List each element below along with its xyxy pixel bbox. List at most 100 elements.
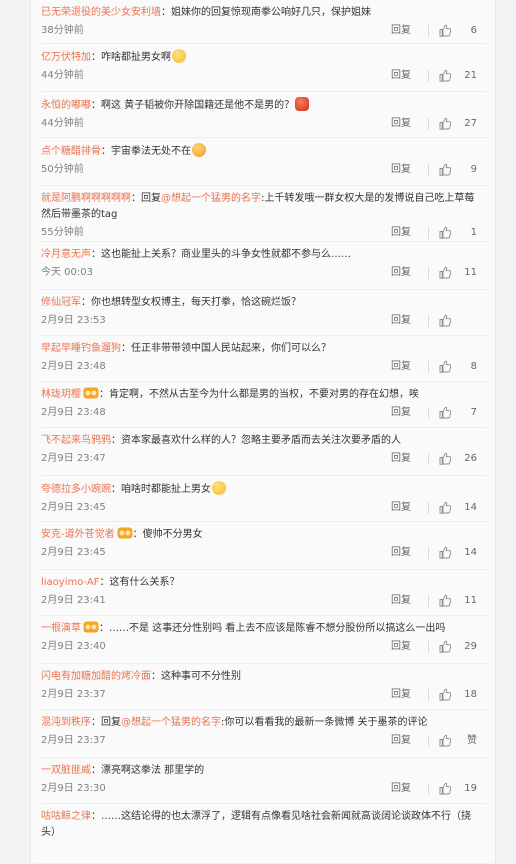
comment-meta: 44分钟前 回复 21 <box>41 66 487 88</box>
comment-username[interactable]: 闪电有加糖加醋的烤冷面 <box>41 671 151 682</box>
thumbs-up-icon[interactable] <box>439 640 452 653</box>
thumbs-up-icon[interactable] <box>439 734 452 747</box>
comment-panel: 已无荣退役的美少女安利墙：姐妹你的回复惊现南拳公响好几只，保护姐妹 38分钟前 回复… <box>30 0 496 864</box>
thumbs-up-icon[interactable] <box>439 501 452 514</box>
comment-username[interactable]: 就是阿鹏啊啊啊啊啊 <box>41 193 131 204</box>
comment-username[interactable]: 飞不起来鸟鸦鸦 <box>41 435 111 446</box>
comment-body: :你可以看看我的最新一条微博 关于墨茶的评论 <box>221 717 428 728</box>
reply-button[interactable]: 回复 <box>391 360 411 374</box>
reply-button[interactable]: 回复 <box>391 501 411 515</box>
reply-button[interactable]: 回复 <box>391 266 411 280</box>
divider <box>428 641 429 653</box>
thumbs-up-icon[interactable] <box>439 782 452 795</box>
comment-username[interactable]: 永恒的嘟嘟 <box>41 100 91 111</box>
comment-time: 2月9日 23:45 <box>41 547 106 558</box>
comment-username[interactable]: 咕咕鲸之律 <box>41 811 91 822</box>
reply-button[interactable]: 回复 <box>391 24 411 38</box>
comment-meta: 2月9日 23:48 回复 7 <box>41 403 487 425</box>
comment-body: ：宇宙拳法无处不在 <box>101 146 191 157</box>
divider <box>428 25 429 37</box>
comment-time: 38分钟前 <box>41 25 84 36</box>
comment-username[interactable]: 一根演草 <box>41 623 81 634</box>
comment-item: 闪电有加糖加醋的烤冷面：这种事可不分性别 2月9日 23:37 回复 18 <box>41 664 487 710</box>
user-badge-icon <box>83 621 99 633</box>
thumbs-up-icon[interactable] <box>439 594 452 607</box>
like-count: 19 <box>464 783 477 794</box>
thumbs-up-icon[interactable] <box>439 69 452 82</box>
reply-button[interactable]: 回复 <box>391 226 411 240</box>
thumbs-up-icon[interactable] <box>439 406 452 419</box>
comment-username[interactable]: 一双脏匪威 <box>41 765 91 776</box>
comment-username[interactable]: 林珑玥樱 <box>41 389 81 400</box>
like-count: 8 <box>470 361 477 372</box>
comment-body: ：傻帅不分男女 <box>132 529 203 540</box>
divider <box>428 689 429 701</box>
user-badge-icon <box>117 527 133 539</box>
mention-link[interactable]: @想起一个猛男的名字 <box>161 193 261 204</box>
reply-button[interactable]: 回复 <box>391 117 411 131</box>
comment-text: 就是阿鹏啊啊啊啊啊：回复@想起一个猛男的名字:上千转发哦一群女权大是的发博说自己… <box>41 191 487 223</box>
mention-link[interactable]: @想起一个猛男的名字 <box>121 717 221 728</box>
comment-item: 修仙冠军：你也想转型女权博主，每天打拳，恰这碗烂饭？ 2月9日 23:53 回复 <box>41 290 487 336</box>
reply-button[interactable]: 回复 <box>391 314 411 328</box>
comment-username[interactable]: 已无荣退役的美少女安利墙 <box>41 7 161 18</box>
comment-item: 早起早睡钓鱼遛狗：任正非带带领中国人民站起来，你们可以么？ 2月9日 23:48 回… <box>41 336 487 382</box>
comment-time: 2月9日 23:48 <box>41 407 106 418</box>
comment-username[interactable]: 夸德拉多小豌豌 <box>41 484 111 495</box>
comment-text: 冷月意无声：这也能扯上关系？商业里头的斗争女性就都不参与么…… <box>41 247 487 263</box>
thumbs-up-icon[interactable] <box>439 117 452 130</box>
comment-body: ：咋啥都扯男女啊 <box>91 52 171 63</box>
comment-time: 2月9日 23:41 <box>41 595 106 606</box>
reply-button[interactable]: 回复 <box>391 163 411 177</box>
thumbs-up-icon[interactable] <box>439 452 452 465</box>
comment-username[interactable]: 亿万伏特加 <box>41 52 91 63</box>
comment-time: 2月9日 23:47 <box>41 453 106 464</box>
comment-text: 点个糖醋排骨：宇宙拳法无处不在 <box>41 143 487 160</box>
divider <box>428 70 429 82</box>
emoji-icon <box>212 481 226 495</box>
comment-username[interactable]: 混沌到秩序 <box>41 717 91 728</box>
comment-time: 2月9日 23:40 <box>41 641 106 652</box>
thumbs-up-icon[interactable] <box>439 314 452 327</box>
comment-body: ：这有什么关系？ <box>99 577 180 588</box>
thumbs-up-icon[interactable] <box>439 688 452 701</box>
reply-button[interactable]: 回复 <box>391 640 411 654</box>
divider <box>428 453 429 465</box>
divider <box>428 227 429 239</box>
reply-button[interactable]: 回复 <box>391 546 411 560</box>
thumbs-up-icon[interactable] <box>439 163 452 176</box>
thumbs-up-icon[interactable] <box>439 226 452 239</box>
reply-button[interactable]: 回复 <box>391 406 411 420</box>
like-count: 赞 <box>467 735 477 746</box>
reply-button[interactable]: 回复 <box>391 734 411 748</box>
comment-body: ：你也想转型女权博主，每天打拳，恰这碗烂饭？ <box>81 297 301 308</box>
comment-username[interactable]: 安克-道外苍觉者 <box>41 529 115 540</box>
divider <box>428 361 429 373</box>
thumbs-up-icon[interactable] <box>439 266 452 279</box>
reply-button[interactable]: 回复 <box>391 69 411 83</box>
reply-button[interactable]: 回复 <box>391 688 411 702</box>
thumbs-up-icon[interactable] <box>439 546 452 559</box>
comment-time: 2月9日 23:53 <box>41 315 106 326</box>
comment-item: 安克-道外苍觉者 ：傻帅不分男女 2月9日 23:45 回复 14 <box>41 522 487 570</box>
thumbs-up-icon[interactable] <box>439 24 452 37</box>
thumbs-up-icon[interactable] <box>439 360 452 373</box>
like-count: 1 <box>470 227 477 238</box>
reply-button[interactable]: 回复 <box>391 594 411 608</box>
comment-body: ：任正非带带领中国人民站起来，你们可以么？ <box>121 343 331 354</box>
comment-meta: 2月9日 23:47 回复 26 <box>41 449 487 471</box>
comment-username[interactable]: liaoyimo-AF <box>41 577 100 588</box>
comment-username[interactable]: 冷月意无声 <box>41 249 91 260</box>
comment-username[interactable]: 修仙冠军 <box>41 297 81 308</box>
comment-username[interactable]: 点个糖醋排骨 <box>41 146 101 157</box>
like-count: 6 <box>470 25 477 36</box>
comment-username[interactable]: 早起早睡钓鱼遛狗 <box>41 343 121 354</box>
comment-list: 已无荣退役的美少女安利墙：姐妹你的回复惊现南拳公响好几只，保护姐妹 38分钟前 回复… <box>31 0 495 864</box>
comment-item: 已无荣退役的美少女安利墙：姐妹你的回复惊现南拳公响好几只，保护姐妹 38分钟前 回复… <box>41 0 487 44</box>
comment-body: ：资本家最喜欢什么样的人？忽略主要矛盾而去关注次要矛盾的人 <box>111 435 401 446</box>
reply-button[interactable]: 回复 <box>391 782 411 796</box>
comment-text: 已无荣退役的美少女安利墙：姐妹你的回复惊现南拳公响好几只，保护姐妹 <box>41 5 487 21</box>
comment-item: 点个糖醋排骨：宇宙拳法无处不在 50分钟前 回复 9 <box>41 138 487 186</box>
comment-item: 冷月意无声：这也能扯上关系？商业里头的斗争女性就都不参与么…… 今天 00:03 回… <box>41 242 487 290</box>
reply-button[interactable]: 回复 <box>391 452 411 466</box>
